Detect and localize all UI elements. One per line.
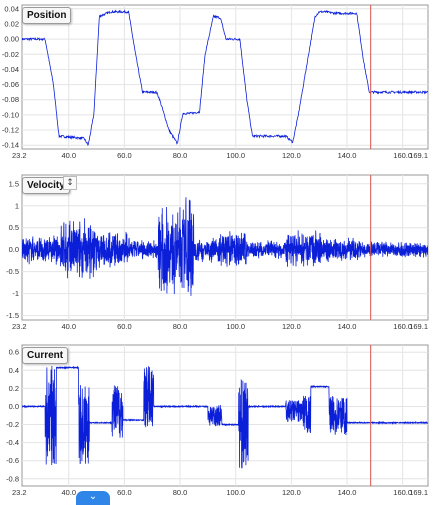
x-tick-label: 40.0 (61, 488, 76, 497)
position-chart-title: Position (22, 7, 72, 24)
x-tick-label: 169.1 (409, 151, 428, 160)
y-tick-label: 0.6 (9, 348, 19, 357)
y-tick-label: -0.2 (6, 420, 19, 429)
y-tick-label: 0.0 (9, 402, 19, 411)
y-tick-label: 0.00 (4, 35, 19, 44)
x-tick-label: 100.0 (226, 488, 245, 497)
x-tick-label: 140.0 (338, 488, 357, 497)
y-tick-label: 0.4 (9, 366, 19, 375)
y-tick-label: -0.4 (6, 438, 19, 447)
y-tick-label: 1 (15, 201, 19, 210)
x-tick-label: 169.1 (409, 322, 428, 331)
y-tick-label: 0.2 (9, 384, 19, 393)
x-tick-label: 80.0 (173, 488, 188, 497)
current-chart-title: Current (22, 347, 69, 364)
x-tick-label: 80.0 (173, 322, 188, 331)
current-chart[interactable]: 23.2 40.0 60.0 80.0 100.0 120.0 140.0 160.0169.… (0, 340, 434, 500)
x-tick-label: 169.1 (409, 488, 428, 497)
x-tick-label: 23.2 (12, 322, 27, 331)
y-tick-label: -0.04 (2, 65, 19, 74)
plot-area (21, 4, 429, 150)
x-tick-label: 140.0 (338, 322, 357, 331)
x-tick-label: 140.0 (338, 151, 357, 160)
y-tick-label: -0.08 (2, 95, 19, 104)
x-tick-label: 40.0 (61, 151, 76, 160)
y-tick-label: -0.5 (6, 267, 19, 276)
position-chart[interactable]: 23.2 40.0 60.0 80.0 100.0 120.0 140.0 160.0169.… (0, 0, 434, 166)
position-chart-panel: 23.2 40.0 60.0 80.0 100.0 120.0 140.0 160.0 169.… (0, 0, 434, 166)
x-tick-label: 120.0 (282, 488, 301, 497)
y-tick-label: -0.12 (2, 126, 19, 135)
velocity-chart-panel: 23.2 40.0 60.0 80.0 100.0 120.0 140.0 160.0 169.… (0, 170, 434, 336)
chevron-down-icon[interactable]: ⌄ (76, 491, 110, 505)
x-tick-label: 60.0 (117, 322, 132, 331)
current-chart-panel: 23.2 40.0 60.0 80.0 100.0 120.0 140.0 160.0 169.… (0, 340, 434, 500)
y-tick-label: -0.02 (2, 50, 19, 59)
y-tick-label: 0.5 (9, 223, 19, 232)
vertical-resize-icon[interactable]: ↕ (63, 176, 77, 190)
x-tick-label: 120.0 (282, 151, 301, 160)
velocity-chart[interactable]: 23.2 40.0 60.0 80.0 100.0 120.0 140.0 160.0169.… (0, 170, 434, 336)
y-tick-label: -1 (12, 289, 19, 298)
x-tick-label: 100.0 (226, 151, 245, 160)
y-tick-label: -0.6 (6, 456, 19, 465)
y-tick-label: 0.04 (4, 4, 19, 13)
x-tick-label: 60.0 (117, 488, 132, 497)
y-tick-label: -0.14 (2, 141, 19, 150)
x-tick-label: 23.2 (12, 488, 27, 497)
x-tick-label: 40.0 (61, 322, 76, 331)
x-tick-label: 23.2 (12, 151, 27, 160)
y-tick-label: -0.8 (6, 474, 19, 483)
x-tick-label: 80.0 (173, 151, 188, 160)
y-tick-label: -0.06 (2, 80, 19, 89)
y-tick-label: 0.0 (9, 245, 19, 254)
y-tick-label: 1.5 (9, 179, 19, 188)
plot-area (21, 344, 429, 487)
x-tick-label: 60.0 (117, 151, 132, 160)
y-tick-label: -0.10 (2, 110, 19, 119)
y-tick-label: 0.02 (4, 19, 19, 28)
x-tick-label: 120.0 (282, 322, 301, 331)
x-tick-label: 100.0 (226, 322, 245, 331)
y-tick-label: -1.5 (6, 311, 19, 320)
